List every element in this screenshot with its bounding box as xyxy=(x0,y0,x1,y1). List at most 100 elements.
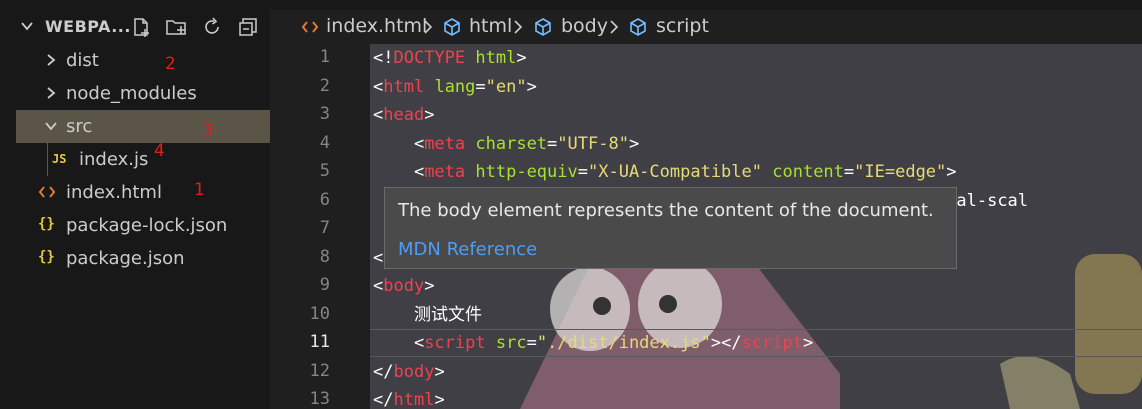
new-file-icon[interactable] xyxy=(130,16,152,38)
line-number: 7 xyxy=(319,218,330,238)
chevron-down-icon xyxy=(45,122,57,131)
tab-strip xyxy=(270,0,1142,10)
tree-item-label: node_modules xyxy=(66,83,197,104)
code-token: meta xyxy=(424,133,466,154)
code-token: < xyxy=(373,133,425,154)
line-number: 10 xyxy=(309,303,330,324)
chevron-right-icon xyxy=(47,87,56,99)
annotation-number: 4 xyxy=(154,141,165,161)
code-token: lang xyxy=(434,76,476,97)
code-token: = xyxy=(475,76,486,97)
code-token: DOCTYPE xyxy=(393,48,466,68)
annotation-number: 2 xyxy=(165,54,176,74)
code-line[interactable]: </html> xyxy=(373,386,445,409)
tree-file-index-html[interactable]: index.html xyxy=(0,176,270,209)
line-number: 1 xyxy=(319,47,330,67)
code-line[interactable]: < xyxy=(373,244,383,272)
code-line[interactable]: <script src="./dist/index.js"></script> xyxy=(373,329,813,357)
code-line[interactable]: </body> xyxy=(373,358,445,386)
code-token: > xyxy=(424,276,435,296)
json-file-icon: {} xyxy=(38,216,55,232)
code-token: "X-UA-Compatible" xyxy=(588,162,762,182)
code-token: > xyxy=(628,133,640,154)
line-number: 11 xyxy=(309,332,330,352)
mdn-reference-link[interactable]: MDN Reference xyxy=(398,239,537,260)
code-token: script xyxy=(424,333,486,353)
code-token: body xyxy=(383,276,425,296)
hover-description: The body element represents the content … xyxy=(398,200,934,221)
code-token: http-equiv xyxy=(475,162,578,182)
code-token: "./dist/index.js" xyxy=(536,333,711,353)
code-token: < xyxy=(373,162,425,182)
code-token: > xyxy=(434,390,445,409)
symbol-element-icon xyxy=(444,18,460,36)
line-number: 5 xyxy=(319,161,330,181)
code-token: = xyxy=(843,162,855,182)
chevron-right-icon xyxy=(47,54,56,66)
json-file-icon: {} xyxy=(38,249,55,265)
tree-item-label: package-lock.json xyxy=(66,215,228,236)
tree-item-label: package.json xyxy=(66,248,185,269)
tree-folder-node-modules[interactable]: node_modules xyxy=(0,77,270,110)
code-token: meta xyxy=(424,162,466,182)
code-token: > xyxy=(946,162,957,182)
tree-item-label: src xyxy=(66,116,93,137)
code-line[interactable]: <meta http-equiv="X-UA-Compatible" conte… xyxy=(373,158,957,186)
code-token: "en" xyxy=(485,76,527,97)
tree-folder-dist[interactable]: dist xyxy=(0,44,270,77)
code-token: = xyxy=(526,333,537,353)
code-line[interactable]: <!DOCTYPE html> xyxy=(373,44,527,72)
code-token: ></ xyxy=(710,333,742,353)
chevron-right-icon xyxy=(610,20,619,34)
hover-tooltip: The body element represents the content … xyxy=(384,187,957,269)
refresh-icon[interactable] xyxy=(201,16,223,38)
code-token: < xyxy=(373,247,384,268)
line-number: 13 xyxy=(309,389,330,409)
breadcrumb: index.html html body script xyxy=(270,10,1142,44)
code-token: 测试文件 xyxy=(373,304,482,325)
code-line[interactable]: <body> xyxy=(373,272,434,300)
code-token: charset xyxy=(475,133,548,154)
breadcrumb-item-script[interactable]: script xyxy=(656,15,709,37)
code-token: src xyxy=(495,333,527,353)
line-number: 8 xyxy=(319,246,330,267)
line-number: 2 xyxy=(319,75,330,96)
code-token: </ xyxy=(373,390,394,409)
breadcrumb-item-file[interactable]: index.html xyxy=(326,15,427,37)
tree-file-package-lock-json[interactable]: {} package-lock.json xyxy=(0,209,270,242)
explorer-header[interactable]: WEBPA... xyxy=(0,10,270,44)
code-token: > xyxy=(516,48,527,68)
code-line[interactable]: <meta charset="UTF-8"> xyxy=(373,130,639,158)
explorer-sidebar: WEBPA... dist node_modules src JS index.… xyxy=(0,0,270,409)
code-token: > xyxy=(434,361,445,382)
code-line[interactable]: 测试文件 xyxy=(373,301,482,329)
code-line[interactable]: <html lang="en"> xyxy=(373,73,537,101)
tree-item-label: index.js xyxy=(79,149,149,170)
tree-file-index-js[interactable]: JS index.js xyxy=(0,143,270,176)
line-number: 9 xyxy=(319,275,330,295)
chevron-right-icon xyxy=(514,20,523,34)
new-folder-icon[interactable] xyxy=(165,16,187,38)
breadcrumb-item-body[interactable]: body xyxy=(561,15,608,37)
collapse-all-icon[interactable] xyxy=(237,16,259,38)
code-line[interactable]: <head> xyxy=(373,101,434,129)
line-number: 3 xyxy=(319,104,330,124)
line-number: 4 xyxy=(319,132,330,153)
annotation-number: 3 xyxy=(203,121,214,141)
line-number: 6 xyxy=(319,189,330,210)
tree-item-label: index.html xyxy=(66,182,162,203)
chevron-down-icon[interactable] xyxy=(20,19,34,33)
code-token: = xyxy=(577,162,588,182)
code-token: <! xyxy=(373,48,394,68)
breadcrumb-item-html[interactable]: html xyxy=(469,15,512,37)
tree-folder-src[interactable]: src xyxy=(16,110,270,143)
js-file-icon: JS xyxy=(52,152,67,166)
tree-file-package-json[interactable]: {} package.json xyxy=(0,242,270,275)
code-token: > xyxy=(424,105,435,125)
code-token: html xyxy=(475,48,517,68)
